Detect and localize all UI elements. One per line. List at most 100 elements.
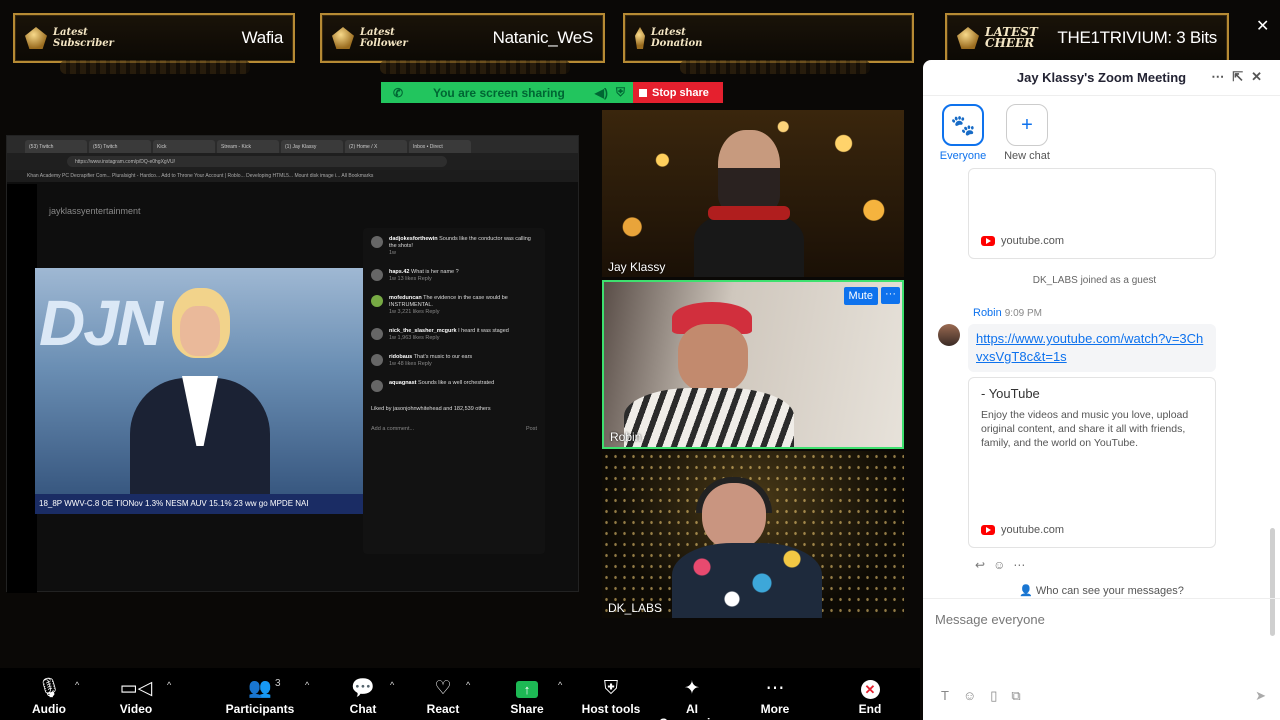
participant-name: DK_LABS — [608, 601, 663, 615]
browser-tab[interactable]: Kick — [153, 140, 215, 153]
message-actions: ↩☺⋯ — [975, 558, 1033, 572]
chat-title: Jay Klassy's Zoom Meeting — [1016, 70, 1187, 85]
paw-icon: 🐾 — [942, 104, 984, 146]
comment: dadjokesforthewin Sounds like the conduc… — [371, 236, 537, 257]
participant-tile-jay-klassy[interactable]: Jay Klassy — [602, 110, 904, 277]
shield-icon[interactable]: ⛨ — [616, 85, 625, 100]
comment: nick_the_slasher_mcgurk I heard it was s… — [371, 328, 537, 342]
chip-everyone[interactable]: 🐾 Everyone — [931, 104, 995, 162]
browser-tab[interactable]: (2) Home / X — [345, 140, 407, 153]
participants-caret-icon[interactable]: ^ — [305, 680, 309, 690]
participant-name: Robin — [610, 430, 642, 444]
speaker-icon[interactable]: ◀) — [595, 86, 608, 100]
sharing-status[interactable]: ✆ You are screen sharing ◀) ⛨ — [381, 82, 633, 103]
comment: aquagnast Sounds like a well orchestrate… — [371, 380, 537, 392]
stop-share-button[interactable]: Stop share — [633, 82, 723, 103]
phone-icon: ✆ — [393, 85, 404, 100]
url-field[interactable]: https://www.instagram.com/p/DQ-e0hgXgVU/ — [67, 156, 447, 167]
browser-tab[interactable]: Inbox • Direct — [409, 140, 471, 153]
latest-follower-banner: Latest Follower Natanic_WeS — [320, 13, 605, 63]
instagram-username: jayklassyentertainment — [49, 206, 141, 216]
message-input[interactable]: Message everyone — [935, 612, 1045, 627]
browser-tab[interactable]: Stream - Kick — [217, 140, 279, 153]
host-tools-button[interactable]: ⛨ Host tools — [580, 668, 642, 720]
add-comment-row[interactable]: Add a comment... Post — [371, 426, 537, 432]
latest-cheer-banner: LATEST CHEER THE1TRIVIUM: 3 Bits — [945, 13, 1229, 63]
news-ticker: 18_8P WWV-C.8 OE TIONov 1.3% NESM AUV 15… — [35, 494, 363, 514]
popout-icon[interactable]: ⇱ — [1232, 69, 1251, 84]
screen-share-bar: ✆ You are screen sharing ◀) ⛨ Stop share — [381, 82, 723, 103]
people-icon: 👤 — [1019, 585, 1036, 597]
emoji-icon[interactable]: ☺ — [993, 558, 1013, 572]
youtube-icon — [981, 236, 995, 246]
latest-subscriber-banner: Latest Subscriber Wafia — [13, 13, 295, 63]
news-video: DJN 18_8P WWV-C.8 OE TIONov 1.3% NESM AU… — [35, 268, 363, 514]
decorative-scroll — [380, 60, 570, 74]
link-preview-card[interactable]: - YouTube Enjoy the videos and music you… — [968, 377, 1216, 548]
screenshot-icon[interactable]: ⧉ — [1011, 688, 1034, 703]
share-caret-icon[interactable]: ^ — [558, 680, 562, 690]
preview-description: Enjoy the videos and music you love, upl… — [981, 409, 1189, 449]
post-button[interactable]: Post — [526, 426, 537, 432]
more-icon[interactable]: ⋯ — [1211, 69, 1232, 84]
comments-panel: dadjokesforthewin Sounds like the conduc… — [363, 228, 545, 554]
video-feed — [672, 477, 822, 618]
chat-messages: youtube.com DK_LABS joined as a guest Ro… — [923, 168, 1266, 584]
participants-count: 3 — [275, 678, 281, 689]
heart-icon — [332, 27, 354, 49]
participant-tile-robin[interactable]: Mute ··· Robin — [602, 280, 904, 449]
shared-screen: (53) Twitch (55) Twitch Kick Stream - Ki… — [6, 135, 579, 593]
react-button[interactable]: ♡ React — [423, 668, 463, 720]
close-icon[interactable]: ✕ — [1256, 16, 1269, 36]
system-message: DK_LABS joined as a guest — [1032, 275, 1157, 286]
participant-tile-dk-labs[interactable]: DK_LABS — [602, 451, 904, 618]
browser-tab[interactable]: (55) Twitch — [89, 140, 151, 153]
more-icon[interactable]: ⋯ — [1013, 558, 1033, 572]
message-composer: Message everyone T☺▯⧉ ➤ — [923, 598, 1280, 720]
chat-caret-icon[interactable]: ^ — [390, 680, 394, 690]
avatar — [938, 324, 960, 346]
ai-companion-button[interactable]: ✦AI Companion — [653, 668, 731, 720]
decorative-scroll — [60, 60, 250, 74]
comment: mofeduncan The evidence in the case woul… — [371, 295, 537, 316]
banner-value: Wafia — [241, 28, 284, 47]
banner-value: THE1TRIVIUM: 3 Bits — [1057, 28, 1217, 47]
bookmarks-bar: Khan Academy PC Decrapifier Com... Plura… — [7, 170, 578, 182]
banner-value: Natanic_WeS — [492, 28, 594, 47]
sharing-label: You are screen sharing — [432, 85, 565, 100]
react-caret-icon[interactable]: ^ — [466, 680, 470, 690]
address-bar: https://www.instagram.com/p/DQ-e0hgXgVU/ — [7, 153, 578, 170]
more-options-button[interactable]: ··· — [881, 287, 900, 304]
participants-button[interactable]: 👥 Participants — [225, 668, 295, 720]
video-button[interactable]: ▭◁ Video — [113, 668, 159, 720]
preview-title: - YouTube — [981, 386, 1040, 401]
latest-donation-banner: Latest Donation — [623, 13, 914, 63]
video-feed — [624, 302, 794, 447]
chat-recipients: 🐾 Everyone + New chat — [931, 104, 1059, 162]
message-link[interactable]: https://www.youtube.com/watch?v=3ChvxsVg… — [968, 324, 1216, 372]
youtube-icon — [981, 525, 995, 535]
file-icon[interactable]: ▯ — [990, 688, 1011, 703]
reply-icon[interactable]: ↩ — [975, 558, 993, 572]
audio-caret-icon[interactable]: ^ — [75, 680, 79, 690]
share-icon: ↑ — [516, 681, 538, 698]
emoji-icon[interactable]: ☺ — [963, 688, 990, 703]
meeting-toolbar: 🎙 Audio ^ ▭◁ Video ^ 👥 Participants 3 ^ 💬 Ch… — [0, 668, 920, 720]
chat-button[interactable]: 💬 Chat — [343, 668, 383, 720]
link-preview-card[interactable]: youtube.com — [968, 168, 1216, 259]
add-comment-input[interactable]: Add a comment... — [371, 426, 526, 432]
send-icon[interactable]: ➤ — [1255, 688, 1266, 704]
video-caret-icon[interactable]: ^ — [167, 680, 171, 690]
mute-button[interactable]: Mute — [843, 287, 878, 305]
audio-button[interactable]: 🎙 Audio — [26, 668, 72, 720]
format-icon[interactable]: T — [941, 688, 963, 703]
browser-tab[interactable]: (53) Twitch — [25, 140, 87, 153]
more-button[interactable]: ⋯ More — [755, 668, 795, 720]
share-button[interactable]: ↑ Share — [507, 668, 547, 720]
who-can-see[interactable]: 👤 Who can see your messages? — [923, 584, 1280, 597]
zoom-window: Latest Subscriber Wafia Latest Follower … — [0, 0, 1280, 720]
end-button[interactable]: ✕ End — [850, 668, 890, 720]
chip-new-chat[interactable]: + New chat — [995, 104, 1059, 162]
close-icon[interactable]: ✕ — [1251, 69, 1270, 84]
browser-tab[interactable]: (1) Jay Klassy — [281, 140, 343, 153]
